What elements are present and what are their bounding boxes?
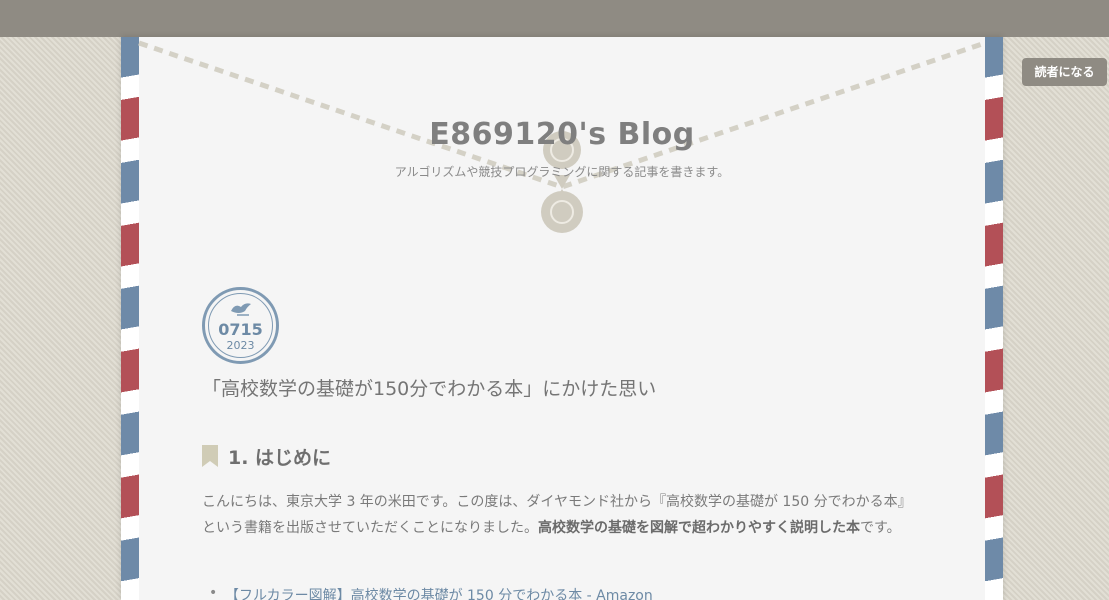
entry-title[interactable]: 「高校数学の基礎が150分でわかる本」にかけた思い xyxy=(202,374,656,401)
amazon-link-text[interactable]: 【フルカラー図解】高校数学の基礎が 150 分でわかる本 - Amazon xyxy=(225,588,653,600)
section-heading: 1. はじめに xyxy=(202,443,331,469)
top-bar xyxy=(0,0,1109,37)
envelope-page: E869120's Blog アルゴリズムや競技プログラミングに関する記事を書き… xyxy=(121,37,1003,600)
date-year: 2023 xyxy=(226,339,255,352)
envelope-flap xyxy=(138,40,986,233)
date-stamp: 0715 2023 xyxy=(202,287,279,364)
follow-button[interactable]: 読者になる xyxy=(1022,58,1107,86)
bird-icon xyxy=(231,303,251,316)
paragraph-bold-text: 高校数学の基礎を図解で超わかりやすく説明した本 xyxy=(538,520,860,536)
date-month-day: 0715 xyxy=(218,320,263,339)
bookmark-icon xyxy=(202,445,218,467)
entry-paragraph: こんにちは、東京大学 3 年の米田です。この度は、ダイヤモンド社から『高校数学の… xyxy=(202,489,922,541)
list-bullet: • xyxy=(209,585,218,600)
amazon-link[interactable]: • 【フルカラー図解】高校数学の基礎が 150 分でわかる本 - Amazon xyxy=(209,585,653,600)
paragraph-tail: です。 xyxy=(860,520,901,536)
blog-title[interactable]: E869120's Blog xyxy=(121,117,1003,152)
blog-description: アルゴリズムや競技プログラミングに関する記事を書きます。 xyxy=(394,165,730,179)
section-heading-text: 1. はじめに xyxy=(228,446,332,469)
